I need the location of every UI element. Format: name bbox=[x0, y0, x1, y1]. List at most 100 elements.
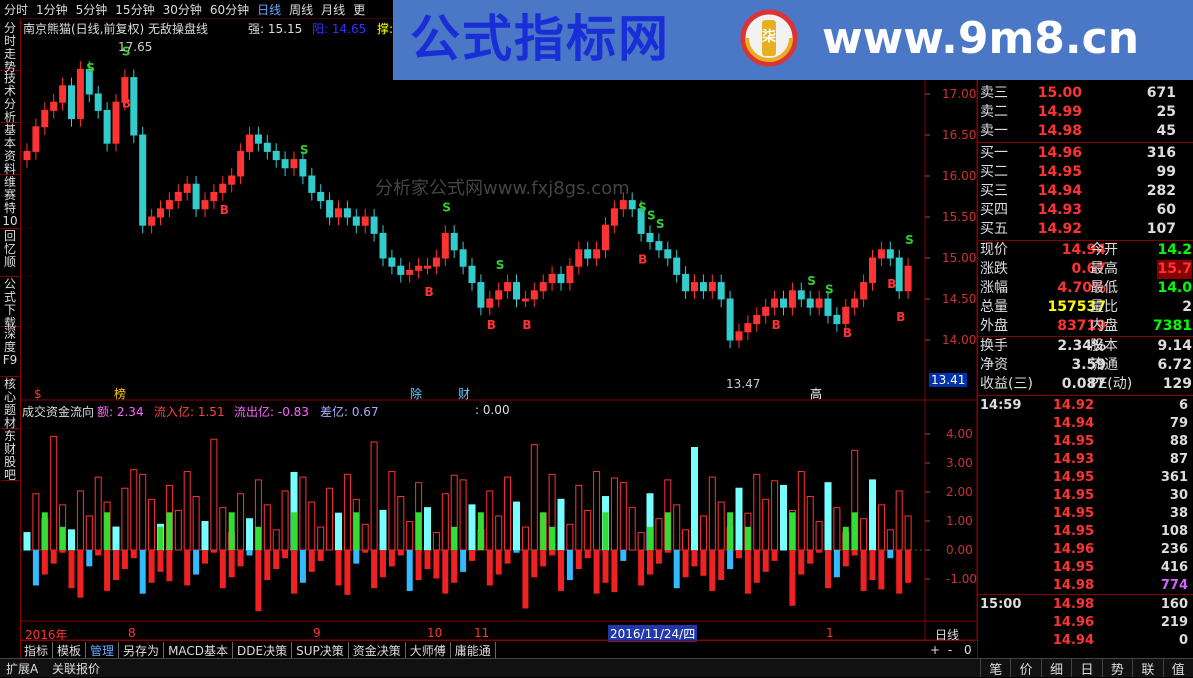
sell-row-1[interactable]: 卖二 14.99 25 bbox=[978, 103, 1193, 122]
period-tab-0[interactable]: 分时 bbox=[0, 1, 32, 18]
indicator-tab-7[interactable]: 资金决策 bbox=[349, 641, 406, 659]
flow-in-bar bbox=[317, 526, 325, 551]
price-tick-label: 16.00 bbox=[942, 169, 976, 183]
buy-row-0[interactable]: 买一 14.96 316 bbox=[978, 144, 1193, 163]
sell-marker: S bbox=[442, 200, 451, 214]
flow-net-bar bbox=[851, 512, 858, 550]
flow-out-bar bbox=[655, 550, 662, 564]
indicator-tab-4[interactable]: MACD基本 bbox=[164, 641, 234, 659]
buy-marker: B bbox=[522, 318, 531, 332]
candle-body bbox=[708, 282, 716, 292]
flow-out-bar bbox=[397, 550, 404, 556]
candle-body bbox=[780, 298, 787, 308]
period-tab-3[interactable]: 15分钟 bbox=[111, 1, 158, 18]
flow-in-bar bbox=[468, 504, 476, 551]
left-tab-2[interactable]: 基本资料 bbox=[1, 122, 19, 176]
sell-marker: S bbox=[807, 274, 816, 288]
right-tab-0[interactable]: 笔 bbox=[980, 659, 1010, 678]
flow-in-bar bbox=[246, 518, 253, 551]
indicator-tab-3[interactable]: 另存为 bbox=[119, 641, 165, 659]
tick-price: 14.93 bbox=[1052, 452, 1094, 467]
kline-chart[interactable]: 17.00 16.50 16.00 15.50 15.00 14.50 14.00 4.00 3… bbox=[20, 18, 977, 640]
low-label: 13.47 bbox=[726, 377, 761, 391]
right-tab-3[interactable]: 日 bbox=[1071, 659, 1101, 678]
buy-row-2[interactable]: 买三 14.94 282 bbox=[978, 182, 1193, 201]
indicator-tab-8[interactable]: 大师傅 bbox=[406, 641, 451, 659]
flow-net-bar bbox=[664, 512, 671, 550]
left-tab-8[interactable]: 东财股吧 bbox=[1, 428, 19, 482]
indicator-tab-5[interactable]: DDE决策 bbox=[233, 641, 293, 659]
left-tab-1[interactable]: 技术分析 bbox=[1, 70, 19, 124]
flow-out-bar bbox=[575, 550, 582, 570]
flow-in-bar bbox=[68, 529, 75, 551]
sub-tick-label: 1.00 bbox=[946, 514, 973, 528]
period-tab-5[interactable]: 60分钟 bbox=[206, 1, 253, 18]
flow-out-bar bbox=[433, 550, 440, 579]
flow-in-bar bbox=[566, 523, 574, 551]
buy-marker: B bbox=[843, 326, 852, 340]
indicator-tab-9[interactable]: 庸能通 bbox=[451, 641, 496, 659]
right-tab-1[interactable]: 价 bbox=[1010, 659, 1040, 678]
left-tab-7[interactable]: 核心题材 bbox=[1, 376, 19, 430]
right-tab-5[interactable]: 联 bbox=[1132, 659, 1162, 678]
tick-volume: 0 bbox=[1178, 633, 1188, 648]
right-tab-6[interactable]: 值 bbox=[1162, 659, 1193, 678]
right-tab-2[interactable]: 细 bbox=[1040, 659, 1071, 678]
period-tab-2[interactable]: 5分钟 bbox=[72, 1, 112, 18]
flow-net-bar bbox=[789, 512, 796, 550]
left-tab-0[interactable]: 分时走势 bbox=[1, 20, 19, 74]
period-tab-9[interactable]: 更 bbox=[349, 1, 369, 18]
status-ext[interactable]: 扩展A bbox=[6, 660, 38, 677]
flow-out-bar bbox=[558, 550, 564, 591]
sell-row-0[interactable]: 卖三 15.00 671 bbox=[978, 84, 1193, 103]
candle-body bbox=[664, 249, 672, 259]
left-tab-4[interactable]: 回忆顺 bbox=[1, 228, 19, 277]
flow-out-bar bbox=[460, 550, 467, 572]
candle-body bbox=[290, 159, 298, 169]
stat-label: 涨跌 bbox=[980, 261, 1008, 277]
period-tab-8[interactable]: 月线 bbox=[317, 1, 349, 18]
indicator-tab-6[interactable]: SUP决策 bbox=[292, 641, 349, 659]
tick-price: 14.95 bbox=[1052, 488, 1094, 503]
flow-out-bar bbox=[896, 550, 903, 594]
quote-panel: 卖三 15.00 671 卖二 14.99 25 卖一 14.98 45 买一 14.96 316 买二… bbox=[977, 80, 1193, 660]
buy-marker: B bbox=[487, 318, 496, 332]
flow-out-bar bbox=[807, 550, 814, 564]
candle-body bbox=[148, 216, 156, 226]
period-tab-7[interactable]: 周线 bbox=[285, 1, 317, 18]
buy-row-0-volume: 316 bbox=[1146, 145, 1176, 161]
period-tab-4[interactable]: 30分钟 bbox=[159, 1, 206, 18]
flow-in-bar bbox=[397, 496, 405, 551]
indicator-tab-0[interactable]: 指标 bbox=[20, 641, 54, 659]
candle-body bbox=[272, 150, 280, 161]
sell-row-2[interactable]: 卖一 14.98 45 bbox=[978, 122, 1193, 141]
flow-out-bar bbox=[700, 550, 707, 576]
candle-body bbox=[895, 257, 903, 292]
buy-row-3[interactable]: 买四 14.93 60 bbox=[978, 201, 1193, 220]
candle-body bbox=[655, 241, 663, 251]
sell-marker: S bbox=[825, 282, 834, 296]
candle-body bbox=[335, 208, 342, 218]
period-tab-1[interactable]: 1分钟 bbox=[32, 1, 72, 18]
indicator-tab-2[interactable]: 管理 bbox=[86, 641, 120, 659]
indicator-tab-1[interactable]: 模板 bbox=[53, 641, 87, 659]
candle-body bbox=[584, 249, 592, 259]
buy-row-4[interactable]: 买五 14.92 107 bbox=[978, 220, 1193, 239]
candle-body bbox=[50, 101, 58, 111]
status-related[interactable]: 关联报价 bbox=[52, 660, 100, 677]
left-tab-6[interactable]: 深度F9 bbox=[1, 326, 19, 377]
candle-body bbox=[806, 298, 814, 308]
left-tab-3[interactable]: 维赛特10 bbox=[1, 174, 19, 229]
candle-body bbox=[183, 183, 191, 193]
buy-row-1[interactable]: 买二 14.95 99 bbox=[978, 163, 1193, 182]
right-tab-4[interactable]: 势 bbox=[1101, 659, 1132, 678]
tick-price: 14.95 bbox=[1052, 560, 1094, 575]
period-tab-6[interactable]: 日线 bbox=[253, 1, 285, 18]
flow-in-bar bbox=[717, 501, 725, 551]
candle-body bbox=[495, 290, 503, 300]
left-tab-5[interactable]: 公式下载 bbox=[1, 276, 19, 330]
stat2-label: 收益(三) bbox=[980, 376, 1033, 392]
candle-body bbox=[717, 282, 725, 300]
flow-net-bar bbox=[166, 512, 173, 550]
candle-body bbox=[441, 232, 449, 259]
